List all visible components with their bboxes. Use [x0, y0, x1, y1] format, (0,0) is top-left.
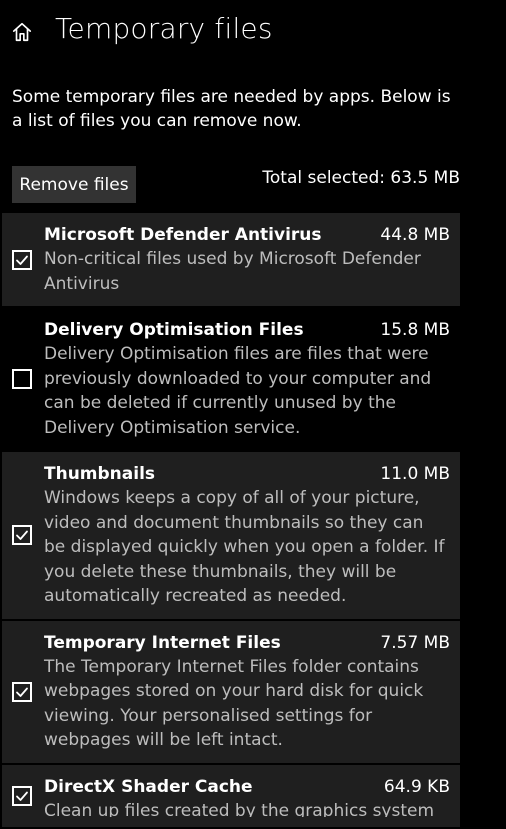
item-name: DirectX Shader Cache — [44, 776, 253, 797]
item-name: Microsoft Defender Antivirus — [44, 225, 322, 245]
remove-files-button[interactable]: Remove files — [12, 166, 136, 203]
checkbox[interactable] — [12, 681, 32, 702]
file-item-directx-shader-cache[interactable]: DirectX Shader Cache 64.9 KB Clean up fi… — [2, 764, 460, 827]
checkbox[interactable] — [12, 525, 32, 546]
temporary-files-list: Microsoft Defender Antivirus 44.8 MB Non… — [2, 213, 460, 829]
home-icon — [11, 21, 33, 47]
checkbox[interactable] — [12, 785, 32, 806]
checkmark-icon — [16, 530, 28, 541]
file-item-microsoft-defender-antivirus[interactable]: Microsoft Defender Antivirus 44.8 MB Non… — [2, 213, 460, 306]
intro-text: Some temporary files are needed by apps.… — [12, 87, 451, 131]
checkmark-icon — [16, 791, 28, 801]
item-name: Thumbnails — [44, 464, 156, 484]
total-selected-label: Total selected: 63.5 MB — [262, 168, 460, 188]
item-size: 15.8 MB — [380, 320, 450, 340]
item-size: 64.9 KB — [383, 776, 450, 797]
page-header: Temporary files — [0, 0, 506, 64]
file-item-delivery-optimisation-files[interactable]: Delivery Optimisation Files 15.8 MB Deli… — [2, 308, 460, 450]
item-name: Temporary Internet Files — [44, 632, 281, 653]
checkbox[interactable] — [12, 249, 32, 270]
home-button[interactable] — [8, 20, 36, 48]
file-item-thumbnails[interactable]: Thumbnails 11.0 MB Windows keeps a copy … — [2, 452, 460, 619]
item-size: 44.8 MB — [380, 225, 450, 245]
item-size: 7.57 MB — [380, 632, 450, 653]
checkmark-icon — [16, 687, 28, 697]
item-description: The Temporary Internet Files folder cont… — [44, 656, 424, 751]
item-description: Clean up files created by the graphics s… — [44, 800, 435, 817]
page-title: Temporary files — [55, 12, 273, 45]
item-description: Delivery Optimisation files are files th… — [44, 344, 432, 438]
item-size: 11.0 MB — [380, 464, 450, 484]
checkmark-icon — [16, 255, 28, 265]
checkbox[interactable] — [12, 369, 32, 389]
file-item-temporary-internet-files[interactable]: Temporary Internet Files 7.57 MB The Tem… — [2, 620, 460, 763]
item-name: Delivery Optimisation Files — [44, 320, 304, 340]
item-description: Windows keeps a copy of all of your pict… — [44, 488, 445, 606]
item-description: Non-critical files used by Microsoft Def… — [44, 249, 421, 294]
